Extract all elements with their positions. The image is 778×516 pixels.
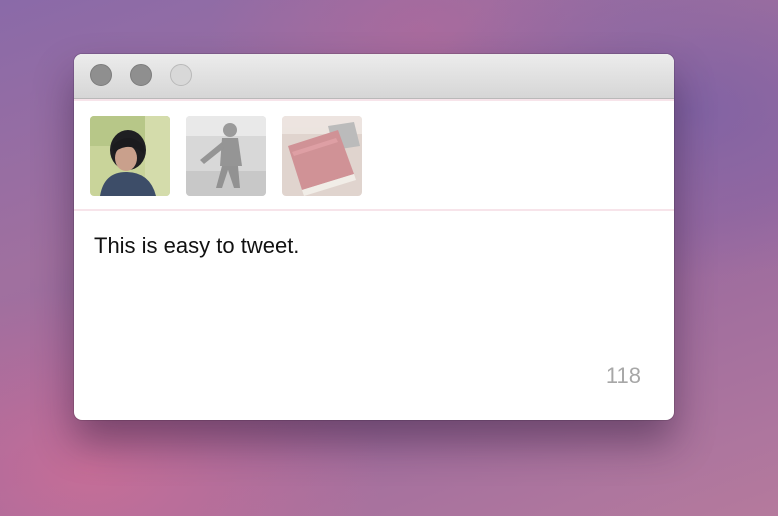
character-counter: 118 bbox=[605, 363, 641, 388]
title-bar[interactable] bbox=[74, 54, 674, 99]
account-avatar-1[interactable] bbox=[90, 116, 170, 196]
person-avatar-icon bbox=[90, 116, 170, 196]
account-avatar-3[interactable] bbox=[282, 116, 362, 196]
account-selector bbox=[74, 99, 674, 211]
minimize-window-button[interactable] bbox=[130, 64, 152, 86]
person-avatar-icon bbox=[186, 116, 266, 196]
close-window-button[interactable] bbox=[90, 64, 112, 86]
zoom-window-button[interactable] bbox=[170, 64, 192, 86]
compose-area[interactable]: This is easy to tweet. 118 bbox=[74, 211, 674, 420]
account-avatar-2[interactable] bbox=[186, 116, 266, 196]
tweet-text-input[interactable]: This is easy to tweet. bbox=[94, 233, 654, 259]
compose-window: This is easy to tweet. 118 bbox=[74, 54, 674, 420]
book-avatar-icon bbox=[282, 116, 362, 196]
